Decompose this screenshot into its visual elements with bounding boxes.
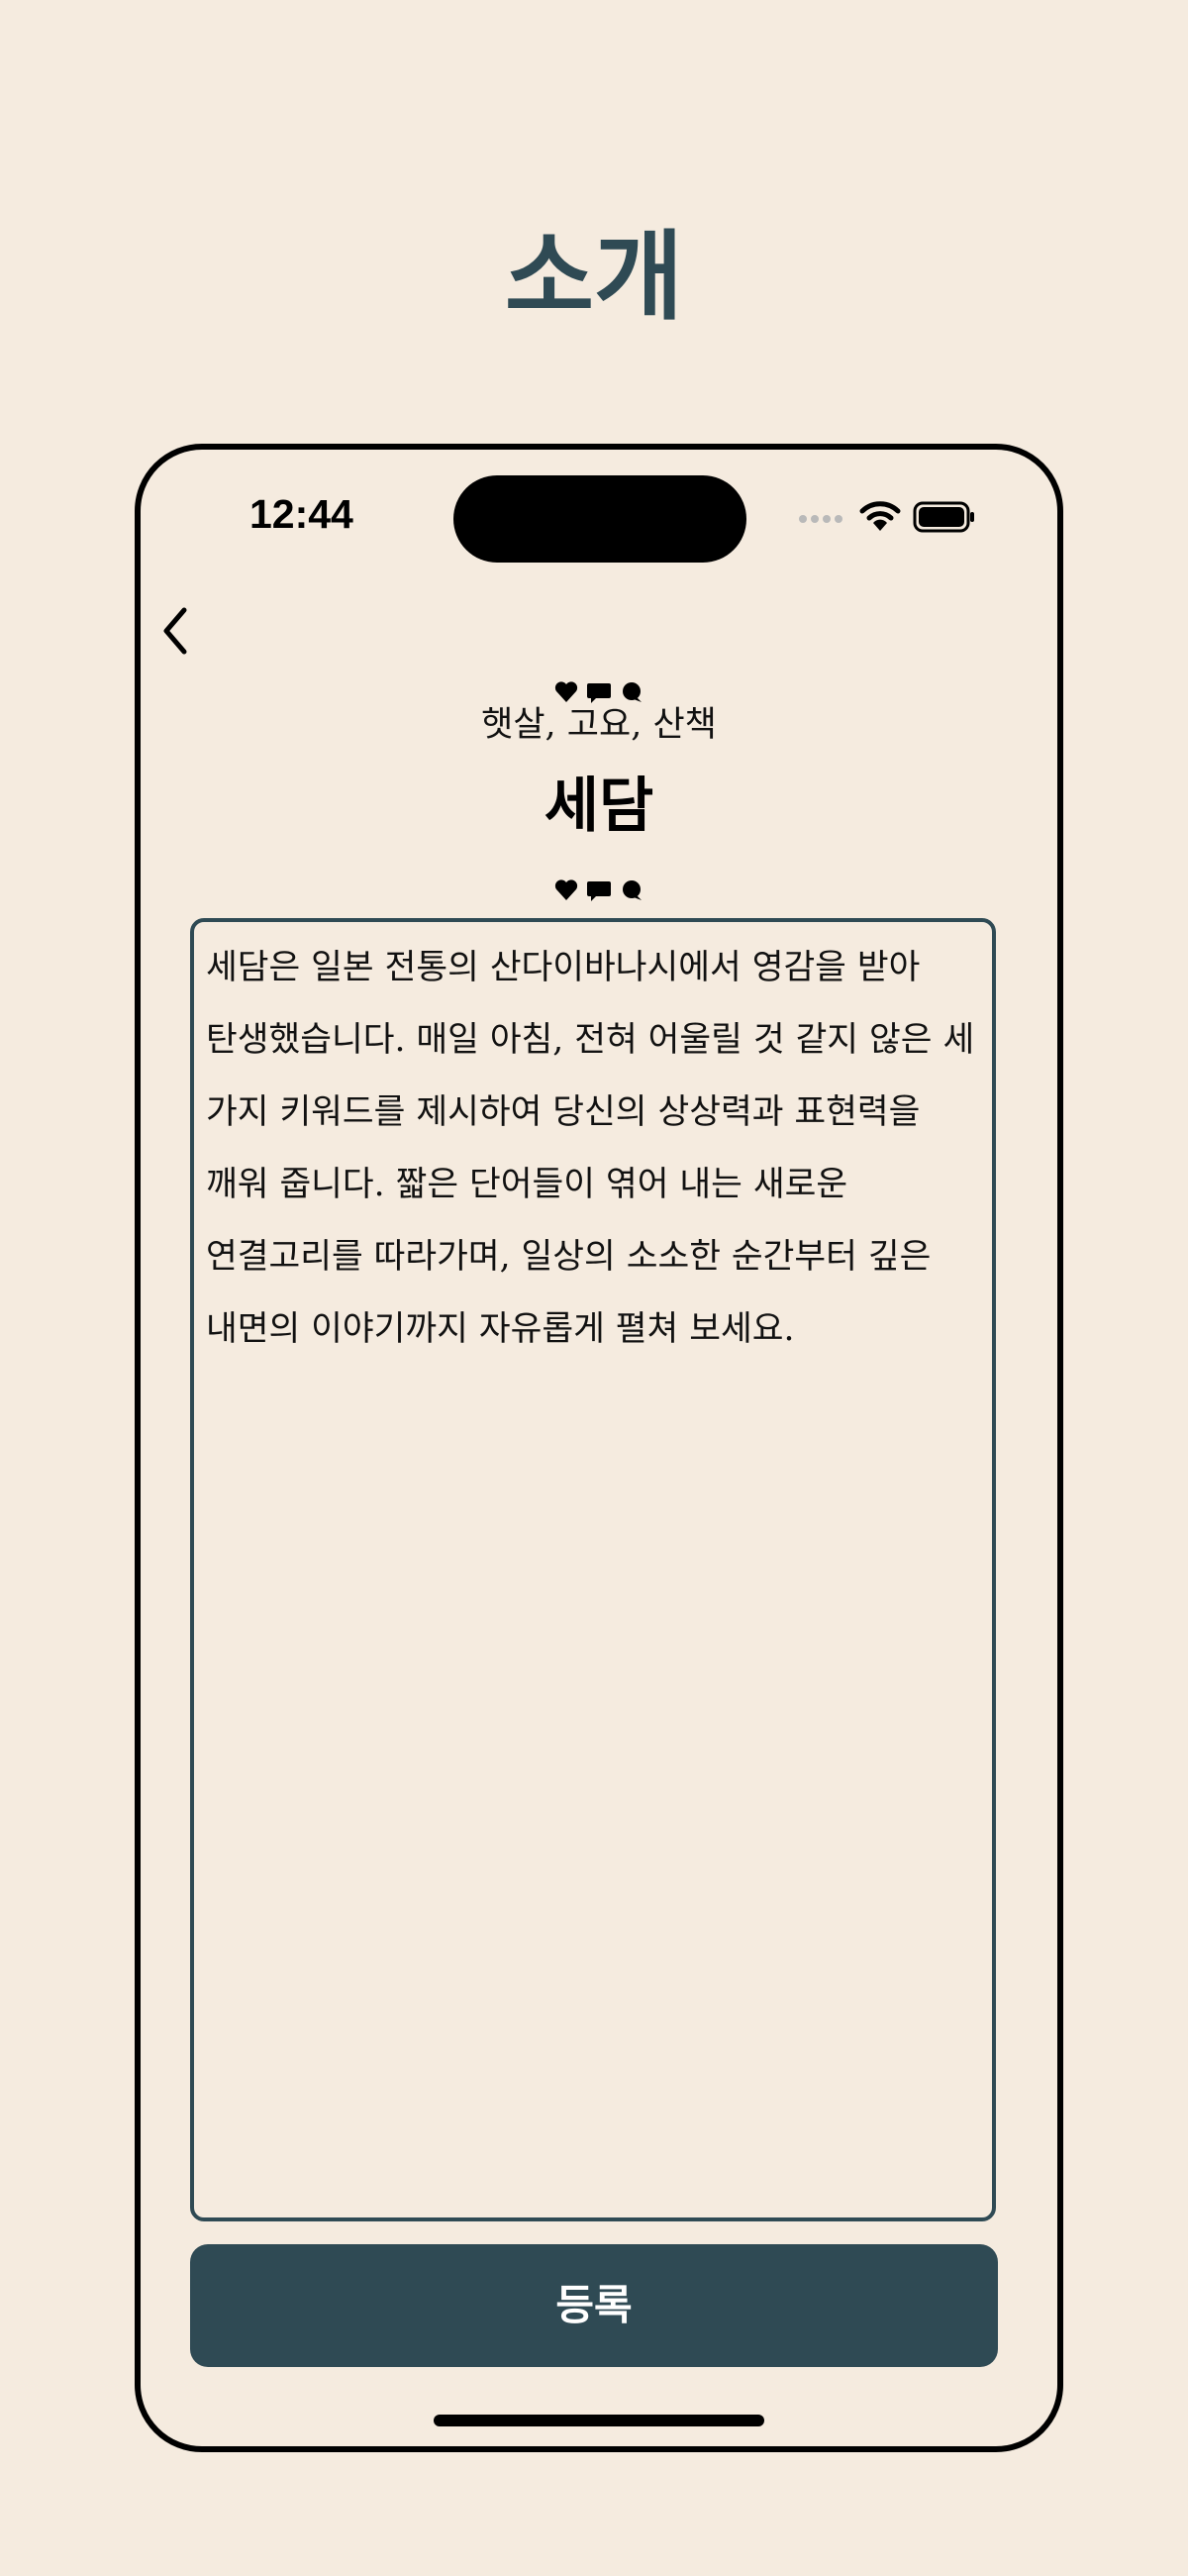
wifi-icon bbox=[858, 499, 902, 533]
cellular-signal-icon bbox=[799, 515, 848, 525]
heart-icon bbox=[554, 879, 578, 900]
chevron-left-icon bbox=[163, 607, 187, 655]
chat-bubble-icon bbox=[623, 880, 642, 900]
phone-frame: 12:44 햇살, 고요, 산책 세담 세담은 일본 전통의 산다이바나시에서 … bbox=[135, 444, 1063, 2452]
home-indicator bbox=[434, 2415, 764, 2426]
back-button[interactable] bbox=[150, 596, 210, 666]
decor-icons-bottom bbox=[141, 877, 1057, 903]
dynamic-island bbox=[453, 475, 746, 563]
intro-text: 세담은 일본 전통의 산다이바나시에서 영감을 받아 탄생했습니다. 매일 아침… bbox=[206, 948, 975, 1349]
status-time: 12:44 bbox=[249, 491, 353, 537]
submit-button[interactable]: 등록 bbox=[190, 2244, 998, 2367]
intro-text-area[interactable]: 세담은 일본 전통의 산다이바나시에서 영감을 받아 탄생했습니다. 매일 아침… bbox=[190, 918, 996, 2221]
page-title: 소개 bbox=[504, 220, 684, 334]
speech-bubble-icon bbox=[587, 881, 611, 901]
keywords-label: 햇살, 고요, 산책 bbox=[481, 705, 717, 745]
battery-icon bbox=[913, 501, 976, 533]
word-title: 세담 bbox=[544, 772, 654, 841]
